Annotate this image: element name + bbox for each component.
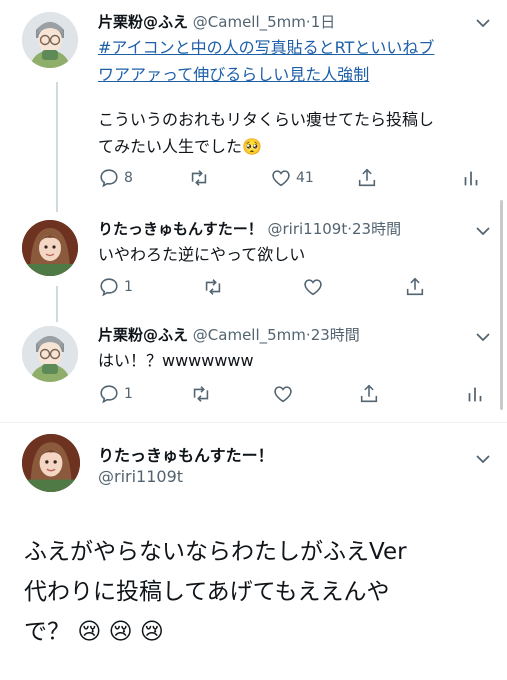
handle[interactable]: @riri1109t <box>98 467 183 486</box>
scrollbar[interactable] <box>500 200 503 410</box>
body-line-1: はい！？wwwwwww <box>98 351 254 370</box>
timestamp[interactable]: 1日 <box>311 13 336 31</box>
avatar[interactable] <box>22 220 78 276</box>
display-name[interactable]: りたっきゅもんすたー！ <box>98 220 263 238</box>
body-line-2: 代わりに投稿してあげてもええんや <box>24 579 390 605</box>
tweet-header: 片栗粉@ふえ @Camell_5mm·23時間 <box>98 324 360 345</box>
like-button[interactable]: 41 <box>270 166 314 190</box>
chevron-down-icon[interactable] <box>474 328 492 346</box>
body-line-1: こういうのおれもリタくらい痩せてたら投稿し <box>98 110 435 129</box>
tweet-3[interactable]: 片栗粉@ふえ @Camell_5mm·23時間 はい！？wwwwwww 1 <box>0 310 507 420</box>
tweet-header: りたっきゅもんすたー！ @riri1109t·23時間 <box>98 218 401 239</box>
reply-icon <box>100 169 118 188</box>
display-name[interactable]: りたっきゅもんすたー！ <box>98 442 274 466</box>
like-count: 41 <box>296 170 314 186</box>
tweet-header: 片栗粉@ふえ @Camell_5mm·1日 <box>98 11 335 32</box>
share-icon <box>358 168 376 187</box>
body-line-1: いやわろた逆にやって欲しい <box>98 245 306 264</box>
avatar[interactable] <box>22 434 80 492</box>
reply-button[interactable]: 1 <box>98 382 133 406</box>
like-button[interactable] <box>302 275 328 299</box>
main-tweet-body: ふえがやらないならわたしがふえVer 代わりに投稿してあげてもええんや で？ 😢… <box>24 532 494 652</box>
retweet-button[interactable] <box>188 166 214 190</box>
reply-count: 1 <box>124 279 133 295</box>
body-line-1: ふえがやらないならわたしがふえVer <box>24 539 407 565</box>
heart-icon <box>274 386 292 403</box>
timestamp[interactable]: 23時間 <box>311 326 360 344</box>
handle[interactable]: @Camell_5mm <box>193 13 306 31</box>
tweet-2[interactable]: りたっきゅもんすたー！ @riri1109t·23時間 いやわろた逆にやって欲し… <box>0 200 507 310</box>
reply-icon <box>100 278 118 297</box>
analytics-icon <box>464 171 478 186</box>
heart-icon <box>272 170 290 187</box>
tweet-actions: 1 <box>98 275 488 299</box>
crying-face-emoji: 😢 😢 😢 <box>77 619 164 645</box>
analytics-button[interactable] <box>460 166 482 190</box>
chevron-down-icon[interactable] <box>474 14 492 32</box>
tweet-actions: 1 <box>98 382 488 406</box>
analytics-button[interactable] <box>464 382 486 406</box>
avatar[interactable] <box>22 326 78 382</box>
tweet-body: いやわろた逆にやって欲しい <box>98 241 490 268</box>
pleading-face-emoji: 🥺 <box>242 137 262 156</box>
share-button[interactable] <box>356 166 378 190</box>
main-tweet[interactable]: りたっきゅもんすたー！ @riri1109t ふえがやらないならわたしがふえVe… <box>0 422 507 680</box>
reply-count: 8 <box>124 170 133 186</box>
tweet-hashtag[interactable]: #アイコンと中の人の写真貼るとRTといいねブ ワアアァって伸びるらしい見た人強制 <box>98 34 490 88</box>
avatar[interactable] <box>22 12 78 68</box>
like-button[interactable] <box>272 382 298 406</box>
body-line-2: てみたい人生でした <box>98 137 243 156</box>
reply-button[interactable]: 1 <box>98 275 133 299</box>
share-icon <box>360 384 378 403</box>
tweet-body: はい！？wwwwwww <box>98 347 490 374</box>
timestamp[interactable]: 23時間 <box>352 220 401 238</box>
heart-icon <box>304 279 322 296</box>
display-name[interactable]: 片栗粉@ふえ <box>98 13 188 31</box>
retweet-button[interactable] <box>190 382 216 406</box>
handle[interactable]: @Camell_5mm <box>193 326 306 344</box>
handle[interactable]: @riri1109t <box>267 220 347 238</box>
body-line-3: で？ <box>24 619 70 645</box>
chevron-down-icon[interactable] <box>474 450 492 468</box>
retweet-button[interactable] <box>202 275 228 299</box>
reply-icon <box>100 385 118 404</box>
display-name[interactable]: 片栗粉@ふえ <box>98 326 188 344</box>
tweet-1[interactable]: 片栗粉@ふえ @Camell_5mm·1日 #アイコンと中の人の写真貼るとRTと… <box>0 0 507 200</box>
reply-count: 1 <box>124 386 133 402</box>
share-icon <box>406 277 424 296</box>
chevron-down-icon[interactable] <box>474 222 492 240</box>
hashtag-line-1[interactable]: #アイコンと中の人の写真貼るとRTといいねブ <box>98 38 434 57</box>
hashtag-line-2[interactable]: ワアアァって伸びるらしい見た人強制 <box>98 65 369 84</box>
analytics-icon <box>468 387 482 402</box>
reply-button[interactable]: 8 <box>98 166 133 190</box>
share-button[interactable] <box>404 275 426 299</box>
retweet-icon <box>205 279 221 295</box>
tweet-actions: 8 41 <box>98 166 488 190</box>
retweet-icon <box>191 170 207 186</box>
share-button[interactable] <box>358 382 380 406</box>
tweet-body: こういうのおれもリタくらい痩せてたら投稿し てみたい人生でした🥺 <box>98 106 490 160</box>
retweet-icon <box>193 386 209 402</box>
